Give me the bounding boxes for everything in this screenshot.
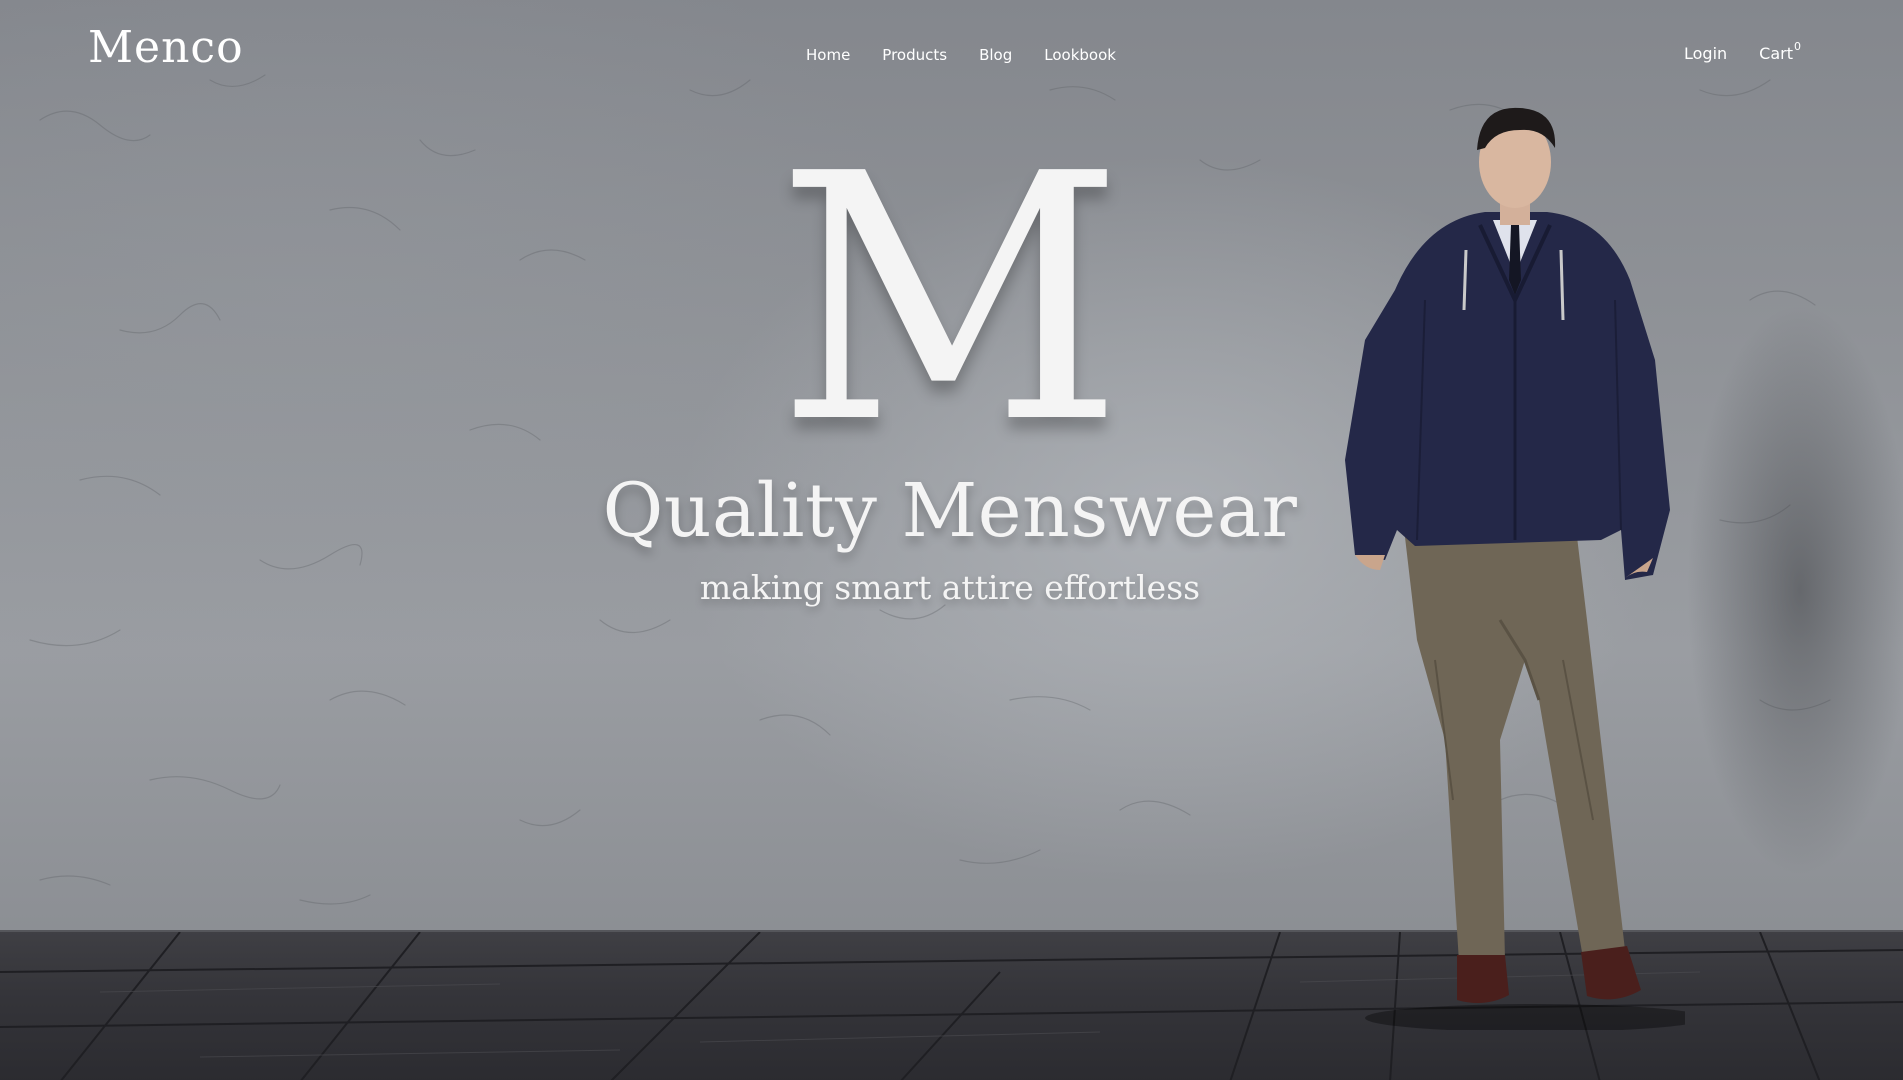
nav-item-products[interactable]: Products: [882, 46, 947, 64]
hero-headline: Quality Menswear: [602, 468, 1298, 554]
nav-item-blog[interactable]: Blog: [979, 46, 1012, 64]
login-link[interactable]: Login: [1684, 44, 1727, 63]
cart-label: Cart: [1759, 44, 1793, 63]
hero-monogram: M: [775, 102, 1125, 498]
main-nav: Home Products Blog Lookbook: [806, 46, 1148, 64]
site-logo[interactable]: Menco: [88, 22, 244, 73]
site-header: Menco Home Products Blog Lookbook Login …: [0, 0, 1903, 110]
account-links: Login Cart0: [1684, 40, 1801, 63]
hero-text: M Quality Menswear making smart attire e…: [560, 102, 1340, 607]
cart-link[interactable]: Cart0: [1759, 40, 1801, 63]
nav-item-lookbook[interactable]: Lookbook: [1044, 46, 1116, 64]
cart-count-badge: 0: [1794, 40, 1801, 53]
nav-item-home[interactable]: Home: [806, 46, 850, 64]
model-illustration: [1345, 107, 1685, 1030]
hero-tagline: making smart attire effortless: [699, 568, 1201, 607]
